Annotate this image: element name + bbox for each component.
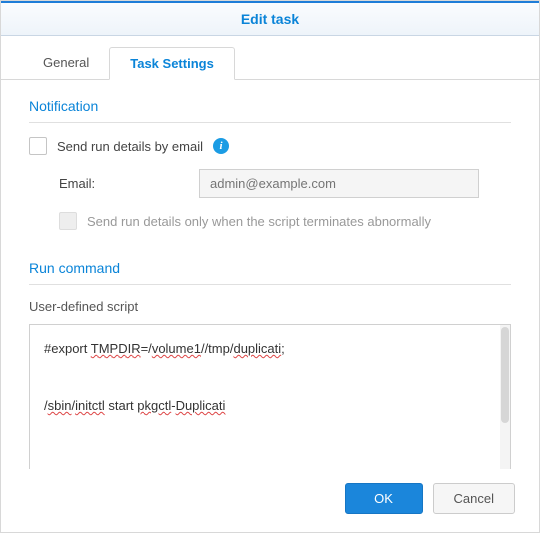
script-text: #export [44, 341, 91, 356]
send-details-checkbox[interactable] [29, 137, 47, 155]
script-text: duplicati [233, 341, 281, 356]
script-text: initctl [75, 398, 105, 413]
tab-general[interactable]: General [23, 47, 109, 80]
user-script-label: User-defined script [29, 299, 511, 314]
cancel-button[interactable]: Cancel [433, 483, 515, 514]
email-field-row: Email: [59, 169, 511, 198]
script-text: Duplicati [176, 398, 226, 413]
tab-task-settings[interactable]: Task Settings [109, 47, 235, 80]
edit-task-dialog: Edit task General Task Settings Notifica… [0, 0, 540, 533]
script-text: volume1 [152, 341, 201, 356]
script-text: start [105, 398, 138, 413]
dialog-body: Notification Send run details by email i… [1, 80, 539, 469]
abnormal-label: Send run details only when the script te… [87, 214, 431, 229]
email-label: Email: [59, 176, 189, 191]
scrollbar-thumb[interactable] [501, 327, 509, 423]
scrollbar[interactable] [500, 325, 510, 469]
checkbox-row-send-details: Send run details by email i [29, 137, 511, 155]
script-text: //tmp/ [201, 341, 234, 356]
script-input-wrap: #export TMPDIR=/volume1//tmp/duplicati; … [29, 324, 511, 469]
notification-section-title: Notification [29, 98, 511, 123]
abnormal-checkbox[interactable] [59, 212, 77, 230]
user-script-textarea[interactable]: #export TMPDIR=/volume1//tmp/duplicati; … [29, 324, 511, 469]
tab-bar: General Task Settings [1, 36, 539, 80]
dialog-title: Edit task [1, 1, 539, 36]
ok-button[interactable]: OK [345, 483, 423, 514]
run-command-section-title: Run command [29, 260, 511, 285]
script-text: sbin [48, 398, 72, 413]
send-details-label: Send run details by email [57, 139, 203, 154]
script-text: =/ [141, 341, 152, 356]
script-text: TMPDIR [91, 341, 141, 356]
checkbox-row-abnormal: Send run details only when the script te… [59, 212, 511, 230]
email-field[interactable] [199, 169, 479, 198]
dialog-footer: OK Cancel [1, 469, 539, 532]
info-icon[interactable]: i [213, 138, 229, 154]
script-text: pkgctl [137, 398, 171, 413]
script-text: ; [281, 341, 285, 356]
